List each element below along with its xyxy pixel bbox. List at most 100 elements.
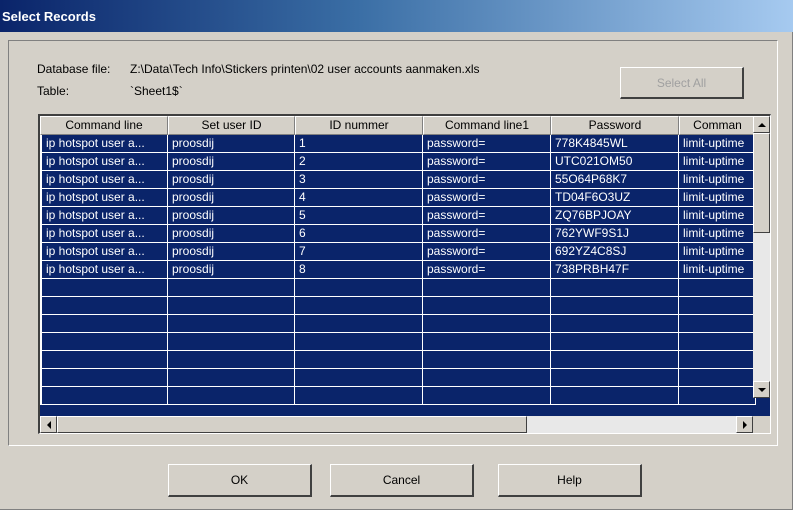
column-header[interactable]: ID nummer bbox=[295, 116, 423, 135]
vertical-scroll-thumb[interactable] bbox=[753, 133, 770, 233]
table-cell[interactable]: password= bbox=[423, 171, 551, 189]
arrow-down-icon bbox=[757, 387, 766, 392]
column-header[interactable]: Command line1 bbox=[423, 116, 551, 135]
table-cell[interactable]: limit-uptime bbox=[679, 153, 756, 171]
table-cell[interactable]: ip hotspot user a... bbox=[40, 207, 168, 225]
table-row[interactable]: ip hotspot user a... proosdij 4 password= TD… bbox=[40, 189, 756, 207]
table-cell[interactable]: proosdij bbox=[168, 153, 295, 171]
ok-button[interactable]: OK bbox=[168, 464, 312, 497]
empty-cell bbox=[295, 387, 423, 405]
scroll-left-button[interactable] bbox=[40, 416, 57, 433]
table-row[interactable]: ip hotspot user a... proosdij 1 password= 77… bbox=[40, 135, 756, 153]
empty-cell bbox=[679, 351, 756, 369]
empty-cell bbox=[295, 369, 423, 387]
table-cell[interactable]: ip hotspot user a... bbox=[40, 153, 168, 171]
table-cell[interactable]: ip hotspot user a... bbox=[40, 135, 168, 153]
empty-cell bbox=[295, 315, 423, 333]
table-cell[interactable]: 778K4845WL bbox=[551, 135, 679, 153]
table-cell[interactable]: password= bbox=[423, 207, 551, 225]
table-row[interactable]: ip hotspot user a... proosdij 8 password= 73… bbox=[40, 261, 756, 279]
table-cell[interactable]: proosdij bbox=[168, 225, 295, 243]
table-cell[interactable]: limit-uptime bbox=[679, 243, 756, 261]
column-header[interactable]: Comman bbox=[679, 116, 756, 135]
table-cell[interactable]: UTC021OM50 bbox=[551, 153, 679, 171]
table-cell[interactable]: proosdij bbox=[168, 135, 295, 153]
table-cell[interactable]: proosdij bbox=[168, 171, 295, 189]
table-cell[interactable]: password= bbox=[423, 135, 551, 153]
empty-cell bbox=[40, 351, 168, 369]
arrow-up-icon bbox=[757, 122, 766, 127]
column-header[interactable]: Set user ID bbox=[168, 116, 295, 135]
empty-cell bbox=[168, 333, 295, 351]
table-cell[interactable]: 55O64P68K7 bbox=[551, 171, 679, 189]
empty-cell bbox=[295, 297, 423, 315]
table-cell[interactable]: password= bbox=[423, 243, 551, 261]
grid-header: Command line Set user ID ID nummer Command … bbox=[40, 116, 756, 135]
table-cell[interactable]: password= bbox=[423, 225, 551, 243]
table-cell[interactable]: limit-uptime bbox=[679, 261, 756, 279]
database-file-label: Database file: bbox=[37, 62, 111, 76]
scroll-right-button[interactable] bbox=[736, 416, 753, 433]
table-row[interactable]: ip hotspot user a... proosdij 2 password= UT… bbox=[40, 153, 756, 171]
empty-cell bbox=[295, 279, 423, 297]
table-cell[interactable]: proosdij bbox=[168, 189, 295, 207]
table-cell[interactable]: 1 bbox=[295, 135, 423, 153]
table-cell[interactable]: ip hotspot user a... bbox=[40, 189, 168, 207]
empty-cell bbox=[168, 315, 295, 333]
title-bar[interactable]: Select Records bbox=[0, 0, 793, 32]
table-cell[interactable]: password= bbox=[423, 189, 551, 207]
table-cell[interactable]: 5 bbox=[295, 207, 423, 225]
select-all-button[interactable]: Select All bbox=[620, 67, 744, 99]
table-cell[interactable]: 4 bbox=[295, 189, 423, 207]
table-cell[interactable]: 762YWF9S1J bbox=[551, 225, 679, 243]
empty-cell bbox=[679, 387, 756, 405]
empty-row bbox=[40, 387, 756, 405]
horizontal-scroll-thumb[interactable] bbox=[57, 416, 527, 433]
column-header[interactable]: Command line bbox=[40, 116, 168, 135]
table-cell[interactable]: password= bbox=[423, 261, 551, 279]
empty-row bbox=[40, 279, 756, 297]
table-cell[interactable]: ZQ76BPJOAY bbox=[551, 207, 679, 225]
empty-cell bbox=[551, 387, 679, 405]
table-row[interactable]: ip hotspot user a... proosdij 7 password= 69… bbox=[40, 243, 756, 261]
scroll-down-button[interactable] bbox=[753, 381, 770, 398]
table-cell[interactable]: 692YZ4C8SJ bbox=[551, 243, 679, 261]
table-cell[interactable]: 738PRBH47F bbox=[551, 261, 679, 279]
table-cell[interactable]: password= bbox=[423, 153, 551, 171]
table-cell[interactable]: ip hotspot user a... bbox=[40, 225, 168, 243]
table-cell[interactable]: ip hotspot user a... bbox=[40, 243, 168, 261]
empty-cell bbox=[551, 279, 679, 297]
empty-row bbox=[40, 297, 756, 315]
empty-cell bbox=[423, 315, 551, 333]
scroll-up-button[interactable] bbox=[753, 116, 770, 133]
table-row[interactable]: ip hotspot user a... proosdij 5 password= ZQ… bbox=[40, 207, 756, 225]
horizontal-scrollbar[interactable] bbox=[40, 416, 753, 433]
empty-cell bbox=[168, 279, 295, 297]
table-row[interactable]: ip hotspot user a... proosdij 3 password= 55… bbox=[40, 171, 756, 189]
table-cell[interactable]: limit-uptime bbox=[679, 207, 756, 225]
table-cell[interactable]: limit-uptime bbox=[679, 189, 756, 207]
table-cell[interactable]: 7 bbox=[295, 243, 423, 261]
table-cell[interactable]: proosdij bbox=[168, 243, 295, 261]
cancel-button[interactable]: Cancel bbox=[330, 464, 474, 497]
column-header[interactable]: Password bbox=[551, 116, 679, 135]
empty-cell bbox=[295, 333, 423, 351]
table-cell[interactable]: limit-uptime bbox=[679, 135, 756, 153]
empty-cell bbox=[551, 333, 679, 351]
table-cell[interactable]: ip hotspot user a... bbox=[40, 171, 168, 189]
table-cell[interactable]: 6 bbox=[295, 225, 423, 243]
table-cell[interactable]: proosdij bbox=[168, 261, 295, 279]
table-cell[interactable]: limit-uptime bbox=[679, 225, 756, 243]
table-cell[interactable]: 3 bbox=[295, 171, 423, 189]
vertical-scrollbar[interactable] bbox=[753, 116, 770, 398]
table-cell[interactable]: limit-uptime bbox=[679, 171, 756, 189]
table-cell[interactable]: TD04F6O3UZ bbox=[551, 189, 679, 207]
help-button[interactable]: Help bbox=[498, 464, 642, 497]
table-row[interactable]: ip hotspot user a... proosdij 6 password= 76… bbox=[40, 225, 756, 243]
table-cell[interactable]: proosdij bbox=[168, 207, 295, 225]
table-cell[interactable]: ip hotspot user a... bbox=[40, 261, 168, 279]
empty-cell bbox=[423, 387, 551, 405]
table-cell[interactable]: 2 bbox=[295, 153, 423, 171]
table-cell[interactable]: 8 bbox=[295, 261, 423, 279]
records-grid[interactable]: Command line Set user ID ID nummer Command … bbox=[38, 114, 771, 434]
